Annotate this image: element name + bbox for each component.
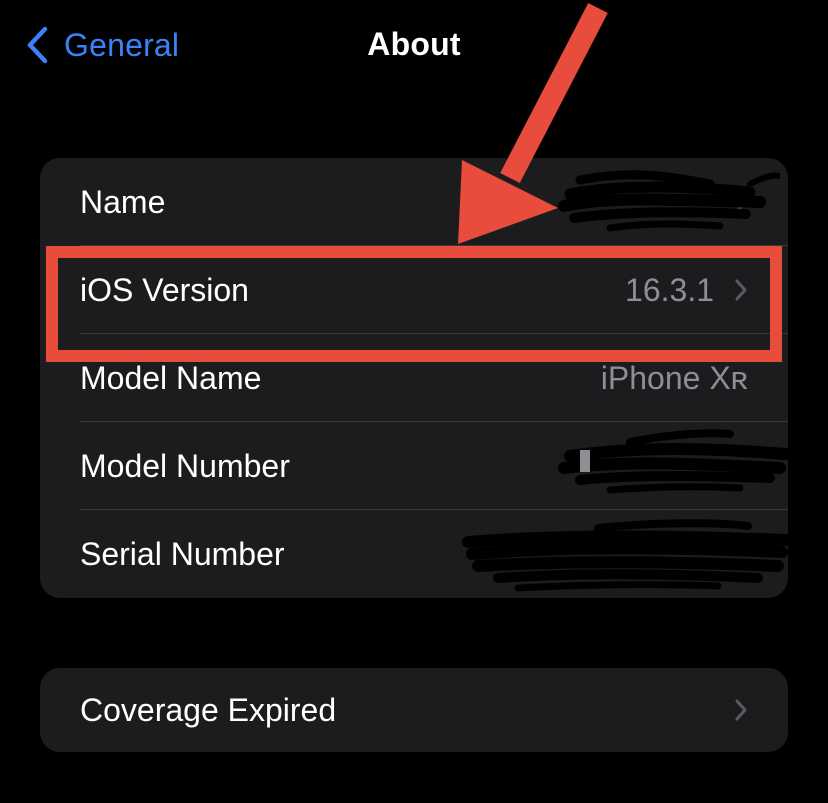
redaction-scribble [558, 170, 780, 232]
chevron-right-icon [734, 698, 748, 722]
chevron-right-icon [734, 278, 748, 302]
row-label: Coverage Expired [80, 692, 337, 728]
coverage-group: Coverage Expired [40, 668, 788, 752]
page-title: About [367, 26, 461, 62]
row-value: 16.3.1 [625, 272, 714, 308]
row-serial-number: Serial Number [40, 510, 788, 598]
row-label: Serial Number [80, 536, 285, 572]
row-name[interactable]: Name [40, 158, 788, 246]
redaction-scribble [462, 519, 788, 592]
row-model-name: Model Name iPhone Xʀ [40, 334, 788, 422]
row-value: iPhone Xʀ [600, 360, 748, 396]
navigation-bar: General About [0, 0, 828, 90]
row-label: Name [80, 184, 166, 220]
about-info-group: Name iOS Version 16.3.1 Model Name iPhon… [40, 158, 788, 598]
row-label: iOS Version [80, 272, 249, 308]
row-label: Model Number [80, 448, 290, 484]
redaction-scribble [558, 429, 788, 494]
row-model-number: Model Number [40, 422, 788, 510]
row-coverage[interactable]: Coverage Expired [40, 668, 788, 752]
row-ios-version[interactable]: iOS Version 16.3.1 [40, 246, 788, 334]
row-label: Model Name [80, 360, 262, 396]
